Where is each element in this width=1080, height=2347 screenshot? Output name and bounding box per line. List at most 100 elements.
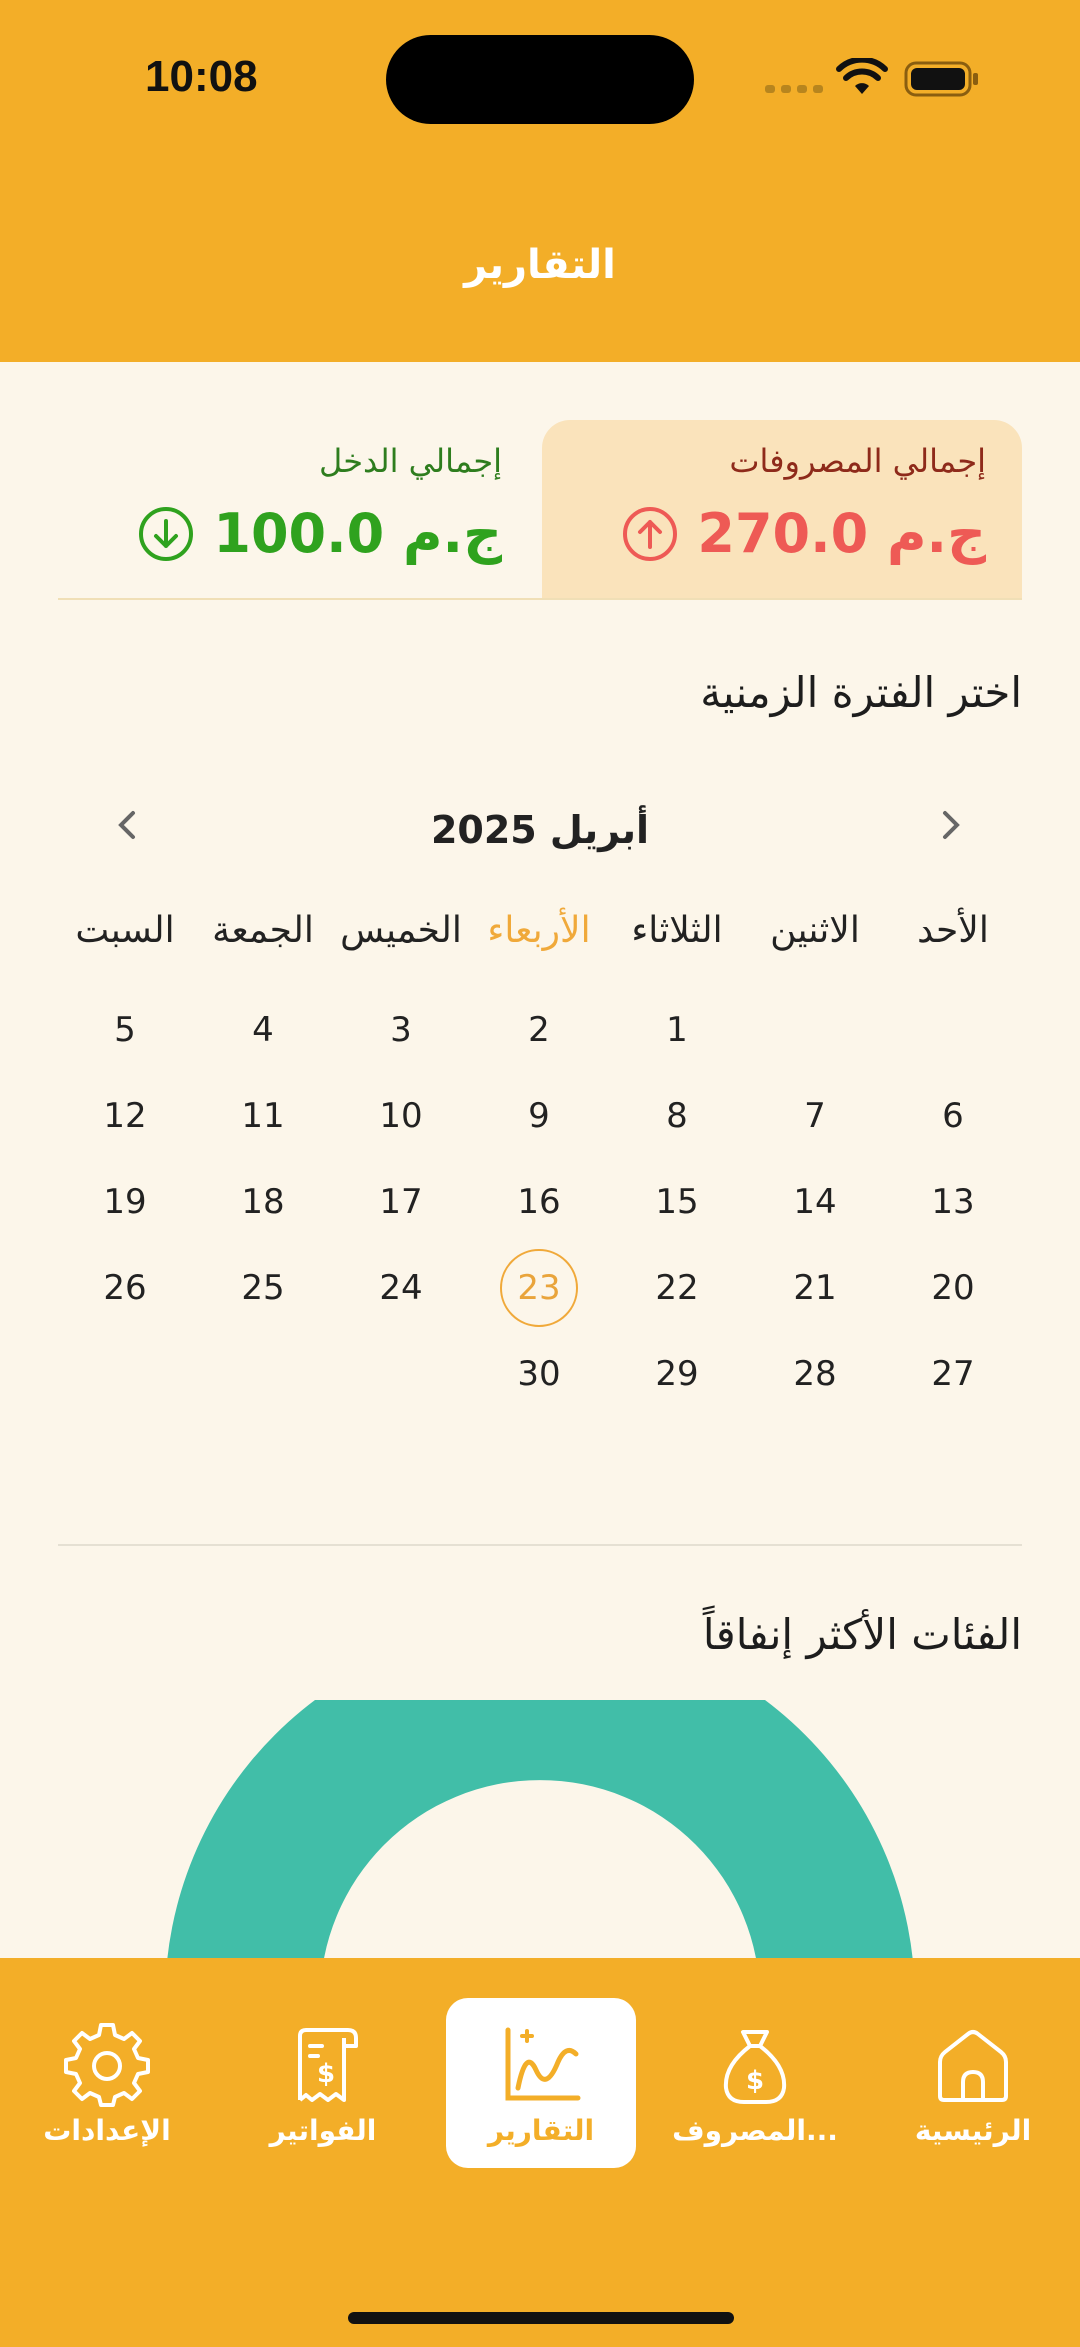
calendar-day[interactable]: 14 <box>746 1162 884 1242</box>
calendar-day-number: 15 <box>655 1182 699 1222</box>
calendar-day[interactable]: 1 <box>608 990 746 1070</box>
calendar-day-number: 22 <box>655 1268 699 1308</box>
calendar-day[interactable]: 21 <box>746 1248 884 1328</box>
categories-donut-chart[interactable] <box>0 1700 1080 1960</box>
bottom-navigation: الرئيسية $ المصروف... التقارير $ الفواتي… <box>0 1958 1080 2347</box>
calendar-day[interactable]: 17 <box>332 1162 470 1242</box>
nav-label: التقارير <box>487 2113 595 2147</box>
nav-label: المصروف... <box>672 2113 838 2147</box>
calendar-day[interactable]: 30 <box>470 1334 608 1414</box>
calendar-day-number: 10 <box>379 1096 423 1136</box>
period-section-title: اختر الفترة الزمنية <box>700 668 1022 717</box>
calendar-day[interactable]: 22 <box>608 1248 746 1328</box>
calendar-day[interactable]: 4 <box>194 990 332 1070</box>
calendar-day-number: 26 <box>103 1268 147 1308</box>
nav-settings[interactable]: الإعدادات <box>12 1998 202 2168</box>
weekday-label: الاثنين <box>770 910 860 951</box>
calendar-day-number: 29 <box>655 1354 699 1394</box>
calendar-day-number: 3 <box>390 1010 412 1050</box>
calendar-day-number: 6 <box>942 1096 964 1136</box>
expenses-value-row: 270.0 ج.م <box>621 502 986 565</box>
svg-text:$: $ <box>317 2059 335 2089</box>
calendar-day-number: 19 <box>103 1182 147 1222</box>
calendar-day[interactable]: 29 <box>608 1334 746 1414</box>
calendar-day-number: 11 <box>241 1096 285 1136</box>
calendar-day[interactable]: 26 <box>56 1248 194 1328</box>
calendar-day[interactable]: 11 <box>194 1076 332 1156</box>
calendar-day[interactable]: 6 <box>884 1076 1022 1156</box>
calendar-day[interactable]: 7 <box>746 1076 884 1156</box>
calendar-day-number: 21 <box>793 1268 837 1308</box>
income-label: إجمالي الدخل <box>319 442 502 480</box>
income-value-row: 100.0 ج.م <box>137 502 502 565</box>
receipt-icon: $ <box>298 2027 358 2102</box>
calendar-day[interactable]: 16 <box>470 1162 608 1242</box>
status-time: 10:08 <box>145 52 258 101</box>
calendar-day[interactable]: 5 <box>56 990 194 1070</box>
nav-label: الرئيسية <box>914 2113 1032 2147</box>
calendar-month-label: أبريل 2025 <box>430 808 650 852</box>
calendar-day-number: 28 <box>793 1354 837 1394</box>
home-indicator[interactable] <box>348 2312 734 2324</box>
expenses-amount: 270.0 ج.م <box>697 502 986 565</box>
calendar-day[interactable]: 20 <box>884 1248 1022 1328</box>
chevron-right-icon <box>943 811 960 839</box>
calendar-day-number: 18 <box>241 1182 285 1222</box>
calendar-day-number: 23 <box>500 1249 578 1327</box>
calendar-day-number: 9 <box>528 1096 550 1136</box>
donut-segment <box>167 1700 913 1960</box>
app-header: 10:08 التقارير <box>0 0 1080 362</box>
calendar-day[interactable]: 2 <box>470 990 608 1070</box>
gear-icon <box>64 2022 150 2107</box>
calendar-day[interactable]: 24 <box>332 1248 470 1328</box>
calendar-day-number: 30 <box>517 1354 561 1394</box>
svg-text:$: $ <box>746 2066 764 2096</box>
money-bag-icon: $ <box>723 2029 787 2104</box>
home-icon <box>938 2029 1008 2102</box>
nav-label: الإعدادات <box>43 2113 171 2147</box>
nav-bills[interactable]: $ الفواتير <box>228 1998 418 2168</box>
battery-icon <box>904 61 978 97</box>
weekday-label: السبت <box>75 910 175 951</box>
calendar-day[interactable]: 28 <box>746 1334 884 1414</box>
calendar-day-number: 1 <box>666 1010 688 1050</box>
weekday-label: الجمعة <box>212 910 314 951</box>
chart-icon <box>505 2027 581 2100</box>
calendar-day-number: 5 <box>114 1010 136 1050</box>
calendar-day-number: 17 <box>379 1182 423 1222</box>
next-month-button[interactable] <box>930 805 970 845</box>
nav-expenses[interactable]: $ المصروف... <box>660 1998 850 2168</box>
calendar-day[interactable]: 10 <box>332 1076 470 1156</box>
nav-home[interactable]: الرئيسية <box>878 1998 1068 2168</box>
calendar-weekdays: الأحد الاثنين الثلاثاء الأربعاء الخميس الجمعة… <box>58 910 1022 970</box>
calendar-day[interactable]: 9 <box>470 1076 608 1156</box>
calendar-day-number: 27 <box>931 1354 975 1394</box>
categories-section-title: الفئات الأكثر إنفاقاً <box>702 1610 1022 1659</box>
expenses-label: إجمالي المصروفات <box>729 442 986 480</box>
summary-cards: إجمالي المصروفات 270.0 ج.م إجمالي الدخل … <box>58 420 1022 600</box>
calendar-day[interactable]: 13 <box>884 1162 1022 1242</box>
calendar-day-number: 16 <box>517 1182 561 1222</box>
income-card[interactable]: إجمالي الدخل 100.0 ج.م <box>58 420 538 600</box>
calendar-day-number: 25 <box>241 1268 285 1308</box>
calendar-day[interactable]: 8 <box>608 1076 746 1156</box>
weekday-label: الثلاثاء <box>631 910 723 951</box>
calendar-day[interactable]: 25 <box>194 1248 332 1328</box>
calendar-day[interactable]: 27 <box>884 1334 1022 1414</box>
calendar-day-number: 20 <box>931 1268 975 1308</box>
calendar-day[interactable]: 15 <box>608 1162 746 1242</box>
calendar-day[interactable]: 3 <box>332 990 470 1070</box>
nav-label: الفواتير <box>269 2113 377 2147</box>
calendar-day-selected[interactable]: 23 <box>470 1248 608 1328</box>
calendar-day[interactable]: 19 <box>56 1162 194 1242</box>
calendar-day[interactable]: 18 <box>194 1162 332 1242</box>
calendar-day-number: 4 <box>252 1010 274 1050</box>
expenses-card[interactable]: إجمالي المصروفات 270.0 ج.م <box>542 420 1022 600</box>
wifi-icon <box>836 58 888 94</box>
calendar-day[interactable]: 12 <box>56 1076 194 1156</box>
signal-icon <box>765 85 823 93</box>
calendar-day-number: 14 <box>793 1182 837 1222</box>
calendar-day-number: 24 <box>379 1268 423 1308</box>
nav-reports[interactable]: التقارير <box>446 1998 636 2168</box>
calendar-day-number: 12 <box>103 1096 147 1136</box>
